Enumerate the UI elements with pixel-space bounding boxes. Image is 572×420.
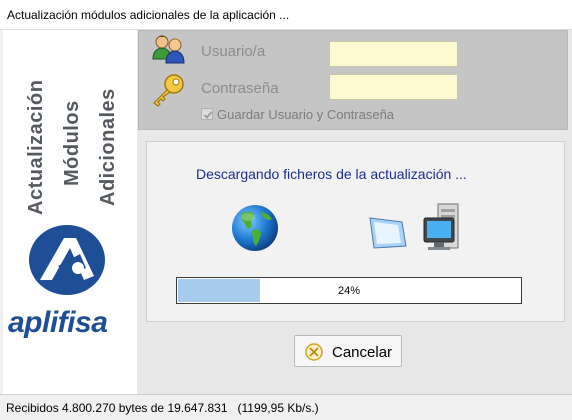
users-icon [152,35,185,64]
sidebar-line-3: Adicionales [97,88,119,206]
username-label: Usuario/a [201,43,266,60]
download-status-message: Descargando ficheros de la actualización… [196,166,467,182]
update-dialog: Actualización módulos adicionales de la … [0,0,572,420]
brand-name: aplifisa [8,306,108,339]
remember-credentials-label: Guardar Usuario y Contraseña [217,107,395,122]
cancel-icon [305,343,323,361]
username-input[interactable] [329,41,458,67]
download-progress-bar: 24% [176,277,522,304]
progress-percent-label: 24% [337,285,361,297]
key-icon [153,74,184,107]
window-title: Actualización módulos adicionales de la … [7,8,290,22]
status-text: Recibidos 4.800.270 bytes de 19.647.831 … [6,401,319,415]
status-bar: Recibidos 4.800.270 bytes de 19.647.831 … [0,394,572,420]
cancel-button[interactable]: Cancelar [294,335,402,367]
remember-credentials-checkbox[interactable] [201,108,213,120]
cancel-button-label: Cancelar [332,344,393,361]
transfer-icon [369,203,459,250]
sidebar-line-2: Módulos [61,100,83,186]
password-input[interactable] [329,74,458,100]
password-label: Contraseña [201,80,279,97]
aplifisa-logo-icon [29,225,105,295]
title-bar[interactable]: Actualización módulos adicionales de la … [0,0,572,30]
checkmark-icon [203,111,213,119]
globe-icon [232,205,278,251]
sidebar-line-1: Actualización [25,79,47,215]
